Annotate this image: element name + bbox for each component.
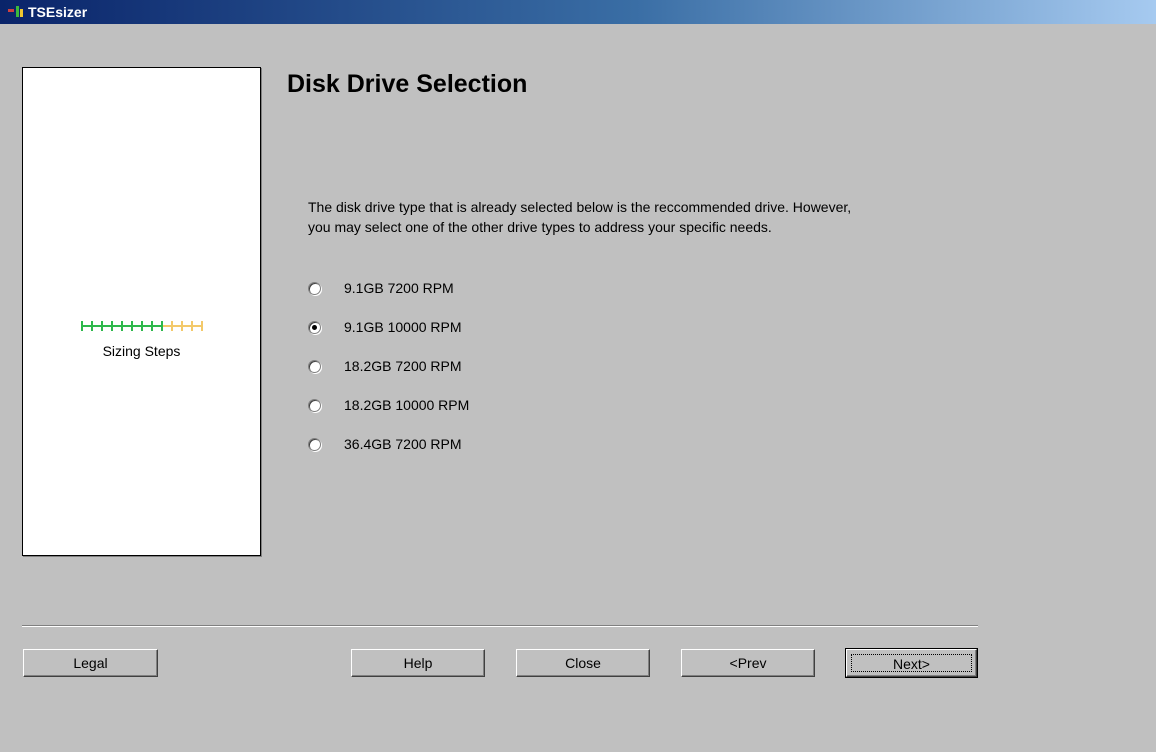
step-tick	[141, 321, 143, 331]
step-tick	[191, 321, 193, 331]
radio-selected-dot	[312, 324, 317, 330]
step-tick	[161, 321, 163, 331]
window-title: TSEsizer	[28, 4, 88, 20]
step-tick	[151, 321, 153, 331]
next-button[interactable]: Next>	[845, 648, 978, 678]
drive-option-4[interactable]: 36.4GB 7200 RPM	[308, 434, 462, 454]
legal-button[interactable]: Legal	[23, 649, 158, 677]
sizing-steps-label: Sizing Steps	[102, 343, 181, 359]
next-button-label[interactable]: Next>	[851, 654, 972, 672]
steps-panel: Sizing Steps	[22, 67, 261, 556]
radio-button[interactable]	[308, 398, 321, 412]
close-button[interactable]: Close	[516, 649, 650, 677]
drive-option-label[interactable]: 18.2GB 10000 RPM	[344, 397, 469, 413]
radio-button[interactable]	[308, 281, 321, 295]
step-tick	[91, 321, 93, 331]
drive-option-2[interactable]: 18.2GB 7200 RPM	[308, 356, 462, 376]
drive-option-0[interactable]: 9.1GB 7200 RPM	[308, 278, 454, 298]
drive-option-1[interactable]: 9.1GB 10000 RPM	[308, 317, 462, 337]
sizing-steps-progress	[81, 321, 203, 331]
drive-option-label[interactable]: 36.4GB 7200 RPM	[344, 436, 462, 452]
page-title: Disk Drive Selection	[287, 70, 528, 98]
step-tick	[81, 321, 83, 331]
drive-option-3[interactable]: 18.2GB 10000 RPM	[308, 395, 469, 415]
radio-button[interactable]	[308, 359, 321, 373]
prev-button[interactable]: <Prev	[681, 649, 815, 677]
description-line-1: The disk drive type that is already sele…	[308, 199, 852, 215]
step-tick	[121, 321, 123, 331]
radio-button[interactable]	[308, 320, 321, 334]
step-tick	[171, 321, 173, 331]
drive-option-label[interactable]: 9.1GB 7200 RPM	[344, 280, 454, 296]
description: The disk drive type that is already sele…	[308, 197, 1008, 237]
app-icon	[8, 6, 26, 18]
separator	[22, 625, 978, 627]
title-bar[interactable]: TSEsizer	[0, 0, 1156, 24]
drive-option-label[interactable]: 18.2GB 7200 RPM	[344, 358, 462, 374]
step-tick	[201, 321, 203, 331]
step-tick	[131, 321, 133, 331]
drive-option-label[interactable]: 9.1GB 10000 RPM	[344, 319, 462, 335]
step-tick	[181, 321, 183, 331]
step-tick	[111, 321, 113, 331]
description-line-2: you may select one of the other drive ty…	[308, 219, 772, 235]
help-button[interactable]: Help	[351, 649, 485, 677]
radio-button[interactable]	[308, 437, 321, 451]
step-tick	[101, 321, 103, 331]
